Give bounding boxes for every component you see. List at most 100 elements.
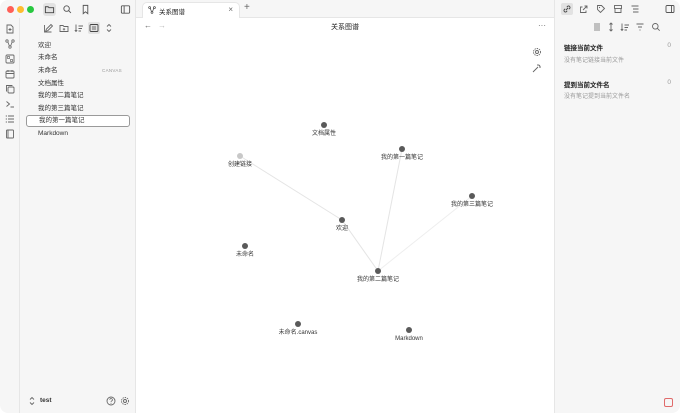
tag-icon[interactable] <box>596 4 606 14</box>
close-tab-icon[interactable]: × <box>228 5 233 14</box>
collapse-results-icon[interactable] <box>592 22 602 32</box>
link-icon[interactable] <box>561 3 573 15</box>
vault-name[interactable]: test <box>40 397 52 404</box>
new-tab-button[interactable]: + <box>244 2 250 13</box>
canvas-icon[interactable] <box>5 54 15 64</box>
outline-icon[interactable] <box>630 4 640 14</box>
file-item[interactable]: 我的第三篇笔记 <box>26 103 130 115</box>
file-type-badge: CANVAS <box>102 68 122 73</box>
unlinked-mentions-title[interactable]: 提到当前文件名 <box>564 79 610 89</box>
node-label: 欢迎 <box>336 224 348 232</box>
vault-switch-icon[interactable] <box>28 396 36 406</box>
calendar-icon[interactable] <box>5 69 15 79</box>
file-item[interactable]: 未命名 CANVAS <box>26 65 130 77</box>
search-icon[interactable] <box>62 4 73 15</box>
bookmark-icon[interactable] <box>613 4 623 14</box>
node-label: 未命名.canvas <box>279 328 318 336</box>
node-label: 我的第一篇笔记 <box>381 153 423 161</box>
file-name: 我的第一篇笔记 <box>39 117 85 124</box>
file-item[interactable]: 文档属性 <box>26 78 130 90</box>
view-header: ← → 关系图谱 ··· <box>136 18 554 36</box>
graph-edge <box>377 148 403 272</box>
close-window-button[interactable] <box>7 6 14 13</box>
copy-icon[interactable] <box>5 84 15 94</box>
graph-view[interactable]: 文档属性 我的第一篇笔记 创建链接 我的第三篇笔记 欢迎 未命名 我的第二篇笔记… <box>136 36 554 413</box>
tab-label: 关系图谱 <box>159 9 185 16</box>
graph-node[interactable]: 未命名 <box>236 243 254 258</box>
view-title: 关系图谱 <box>331 24 359 31</box>
collapse-icon[interactable] <box>88 22 100 34</box>
graph-node[interactable]: 我的第一篇笔记 <box>381 146 423 161</box>
new-folder-icon[interactable] <box>59 23 69 33</box>
graph-settings-icon[interactable] <box>532 47 542 57</box>
minimize-window-button[interactable] <box>17 6 24 13</box>
maximize-window-button[interactable] <box>27 6 34 13</box>
node-label: 我的第二篇笔记 <box>357 275 399 283</box>
tab-bar: 关系图谱 × + <box>136 0 554 18</box>
outgoing-link-icon[interactable] <box>579 4 589 14</box>
more-options-icon[interactable]: ··· <box>538 21 546 30</box>
graph-node[interactable]: 创建链接 <box>228 153 252 168</box>
terminal-icon[interactable] <box>5 99 15 109</box>
file-item[interactable]: 未命名 <box>26 52 130 64</box>
linked-mentions-count: 0 <box>667 42 671 49</box>
backlinks-header <box>554 18 680 36</box>
linked-mentions-title[interactable]: 链接当前文件 <box>564 42 603 52</box>
filter-icon[interactable] <box>635 22 645 32</box>
file-item[interactable]: Markdown <box>26 128 130 140</box>
unlinked-mentions-empty: 没有笔记提到当前文件名 <box>564 94 631 100</box>
graph-canvas[interactable]: 文档属性 我的第一篇笔记 创建链接 我的第三篇笔记 欢迎 未命名 我的第二篇笔记… <box>136 36 554 413</box>
tab-graph[interactable]: 关系图谱 × <box>142 2 240 18</box>
node-label: 文档属性 <box>312 129 336 137</box>
search-icon[interactable] <box>651 22 661 32</box>
settings-icon[interactable] <box>120 396 130 406</box>
sync-status-icon[interactable] <box>664 398 673 407</box>
graph-node[interactable]: 我的第二篇笔记 <box>357 268 399 283</box>
sort-icon[interactable] <box>620 22 630 32</box>
book-icon[interactable] <box>5 129 15 139</box>
file-name: 未命名 <box>38 54 58 61</box>
files-view-button[interactable] <box>43 3 56 16</box>
file-name: 文档属性 <box>38 80 64 87</box>
graph-edge <box>239 155 343 221</box>
file-name: 我的第二篇笔记 <box>38 92 84 99</box>
backlinks-panel: 链接当前文件 0 没有笔记链接当前文件 提到当前文件名 0 没有笔记提到当前文件… <box>554 36 680 413</box>
bookmark-icon[interactable] <box>80 4 91 15</box>
titlebar <box>0 0 136 18</box>
node-label: 未命名 <box>236 250 254 258</box>
expand-icon[interactable] <box>104 23 114 33</box>
file-name: 我的第三篇笔记 <box>38 105 84 112</box>
right-sidebar-toggle-icon[interactable] <box>665 4 675 14</box>
file-plus-icon[interactable] <box>5 24 15 34</box>
graph-icon[interactable] <box>5 39 15 49</box>
help-icon[interactable] <box>106 396 116 406</box>
node-label: 我的第三篇笔记 <box>451 200 493 208</box>
sidebar-toggle-icon[interactable] <box>120 4 131 15</box>
new-note-icon[interactable] <box>43 23 53 33</box>
sort-icon[interactable] <box>74 23 84 33</box>
file-item-active[interactable]: 我的第一篇笔记 <box>26 115 130 127</box>
graph-node[interactable]: Markdown <box>395 327 423 342</box>
node-label: Markdown <box>395 336 423 342</box>
linked-mentions-empty: 没有笔记链接当前文件 <box>564 58 625 64</box>
app-window: 欢迎 未命名 未命名 CANVAS 文档属性 我的第二篇笔记 我的第三篇笔记 我的… <box>0 0 680 413</box>
file-item[interactable]: 欢迎 <box>26 40 130 52</box>
node-label: 创建链接 <box>228 160 252 168</box>
file-name: 未命名 <box>38 67 58 74</box>
right-titlebar <box>554 0 680 18</box>
file-explorer: 欢迎 未命名 未命名 CANVAS 文档属性 我的第二篇笔记 我的第三篇笔记 我的… <box>20 18 136 413</box>
file-name: 欢迎 <box>38 42 51 49</box>
expand-context-icon[interactable] <box>606 22 616 32</box>
unlinked-mentions-count: 0 <box>667 79 671 86</box>
graph-node[interactable]: 我的第三篇笔记 <box>451 193 493 208</box>
animate-graph-icon[interactable] <box>532 63 542 73</box>
graph-node[interactable]: 未命名.canvas <box>279 321 318 336</box>
file-item[interactable]: 我的第二篇笔记 <box>26 90 130 102</box>
ribbon <box>0 18 20 413</box>
graph-node[interactable]: 欢迎 <box>336 217 348 232</box>
graph-node[interactable]: 文档属性 <box>312 122 336 137</box>
list-icon[interactable] <box>5 114 15 124</box>
vault-bar: test <box>20 391 136 413</box>
graph-icon <box>148 6 156 14</box>
file-name: Markdown <box>38 130 68 137</box>
